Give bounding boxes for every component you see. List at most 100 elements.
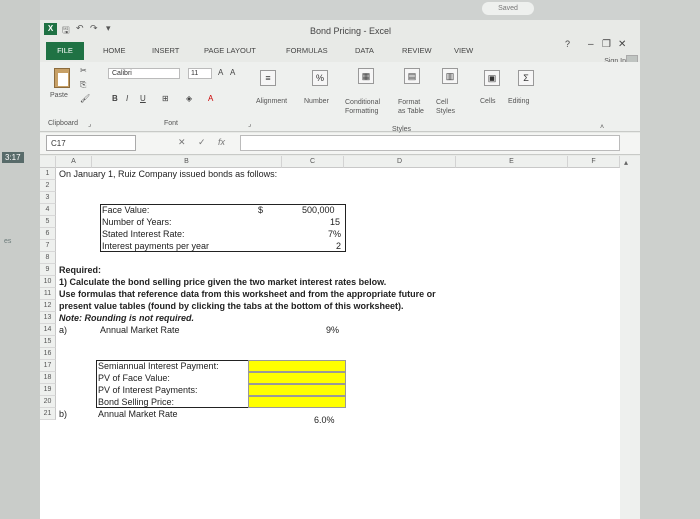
formula-bar: C17 ✕ ✓ fx: [40, 133, 640, 155]
row-header[interactable]: 21: [40, 408, 56, 420]
cancel-icon[interactable]: ✕: [178, 137, 186, 148]
tab-data[interactable]: DATA: [355, 46, 374, 55]
name-box[interactable]: C17: [46, 135, 136, 151]
row-header[interactable]: 18: [40, 372, 56, 384]
years-value[interactable]: 15: [330, 217, 340, 227]
instruction-2: Use formulas that reference data from th…: [59, 289, 436, 299]
redo-icon[interactable]: ↷: [90, 23, 98, 34]
row-header[interactable]: 17: [40, 360, 56, 372]
bold-button[interactable]: B: [112, 94, 118, 103]
cell-styles-icon[interactable]: ▥: [442, 68, 458, 84]
row-header[interactable]: 12: [40, 300, 56, 312]
font-launcher-icon[interactable]: ⌟: [248, 120, 251, 128]
tab-page-layout[interactable]: PAGE LAYOUT: [204, 46, 256, 55]
column-header-a[interactable]: A: [56, 156, 92, 168]
part-a-market-rate-value[interactable]: 9%: [326, 325, 339, 335]
row-header[interactable]: 1: [40, 168, 56, 180]
number-button[interactable]: Number: [304, 98, 329, 105]
row-header[interactable]: 11: [40, 288, 56, 300]
instruction-3: present value tables (found by clicking …: [59, 301, 404, 311]
column-header-c[interactable]: C: [282, 156, 344, 168]
conditional-formatting-icon[interactable]: ▦: [358, 68, 374, 84]
background-left-strip: 3:17 es: [0, 0, 40, 519]
vertical-scrollbar[interactable]: ▴: [620, 156, 640, 519]
paste-button[interactable]: Paste: [50, 92, 68, 99]
conditional-formatting-button[interactable]: Conditional Formatting: [345, 98, 397, 116]
shrink-font-icon[interactable]: A: [230, 68, 235, 77]
quick-access-customize-icon[interactable]: ▾: [106, 23, 111, 34]
pv-face-value-input[interactable]: [248, 372, 346, 384]
clipboard-group-label: Clipboard: [48, 120, 78, 127]
row-header[interactable]: 3: [40, 192, 56, 204]
payments-value[interactable]: 2: [336, 241, 341, 251]
collapse-ribbon-icon[interactable]: ˄: [600, 124, 604, 131]
tab-insert[interactable]: INSERT: [152, 46, 179, 55]
underline-button[interactable]: U: [140, 94, 146, 103]
borders-icon[interactable]: ⊞: [162, 94, 169, 103]
tab-home[interactable]: HOME: [103, 46, 126, 55]
copy-icon[interactable]: ⎘: [80, 80, 86, 90]
insert-function-icon[interactable]: fx: [218, 137, 225, 147]
row-header[interactable]: 2: [40, 180, 56, 192]
font-size-select[interactable]: 11: [188, 68, 212, 79]
bond-selling-price-label: Bond Selling Price:: [98, 397, 175, 407]
alignment-button[interactable]: Alignment: [256, 98, 287, 105]
formula-input[interactable]: [240, 135, 620, 151]
format-as-table-icon[interactable]: ▤: [404, 68, 420, 84]
pv-face-value-label: PV of Face Value:: [98, 373, 170, 383]
cells-icon[interactable]: ▣: [484, 70, 500, 86]
format-painter-icon[interactable]: 🖌: [80, 94, 90, 103]
format-as-table-button[interactable]: Format as Table: [398, 98, 428, 116]
number-format-icon[interactable]: %: [312, 70, 328, 86]
grow-font-icon[interactable]: A: [218, 68, 223, 77]
bond-selling-price-input[interactable]: [248, 396, 346, 408]
tab-view[interactable]: VIEW: [454, 46, 473, 55]
undo-icon[interactable]: ↶: [76, 23, 84, 34]
select-all-corner[interactable]: [40, 156, 56, 168]
worksheet-grid[interactable]: A B C D E F 1 2 3 4 5 6 7 8 9 10 11 12 1…: [40, 156, 620, 519]
row-header[interactable]: 19: [40, 384, 56, 396]
row-header[interactable]: 13: [40, 312, 56, 324]
row-header[interactable]: 8: [40, 252, 56, 264]
stated-rate-value[interactable]: 7%: [328, 229, 341, 239]
row-header[interactable]: 6: [40, 228, 56, 240]
editing-icon[interactable]: Σ: [518, 70, 534, 86]
cells-button[interactable]: Cells: [480, 98, 496, 105]
alignment-icon[interactable]: ≡: [260, 70, 276, 86]
row-header[interactable]: 15: [40, 336, 56, 348]
tab-file[interactable]: FILE: [46, 42, 84, 60]
row-header[interactable]: 5: [40, 216, 56, 228]
column-header-b[interactable]: B: [92, 156, 282, 168]
part-a-label: a): [59, 325, 68, 335]
excel-logo-icon: X: [44, 23, 57, 35]
font-name-select[interactable]: Calibri: [108, 68, 180, 79]
italic-button[interactable]: I: [126, 94, 128, 103]
column-header-f[interactable]: F: [568, 156, 620, 168]
row-header[interactable]: 9: [40, 264, 56, 276]
row-header[interactable]: 20: [40, 396, 56, 408]
face-value-value[interactable]: 500,000: [302, 205, 335, 215]
row-header[interactable]: 16: [40, 348, 56, 360]
pv-interest-input[interactable]: [248, 384, 346, 396]
tab-formulas[interactable]: FORMULAS: [286, 46, 328, 55]
save-icon[interactable]: 🖫: [62, 23, 70, 39]
column-header-e[interactable]: E: [456, 156, 568, 168]
clipboard-launcher-icon[interactable]: ⌟: [88, 120, 91, 128]
row-header[interactable]: 14: [40, 324, 56, 336]
cell-styles-button[interactable]: Cell Styles: [436, 98, 466, 116]
row-header[interactable]: 4: [40, 204, 56, 216]
part-b-market-rate-value[interactable]: 6.0%: [314, 415, 335, 425]
paste-icon[interactable]: [54, 68, 70, 88]
row-header[interactable]: 7: [40, 240, 56, 252]
time-tag: 3:17: [2, 152, 24, 163]
tab-review[interactable]: REVIEW: [402, 46, 432, 55]
fill-color-icon[interactable]: ◈: [186, 94, 192, 103]
column-header-d[interactable]: D: [344, 156, 456, 168]
cut-icon[interactable]: ✂: [80, 66, 87, 75]
scroll-up-icon[interactable]: ▴: [624, 158, 628, 167]
font-color-icon[interactable]: A: [208, 94, 213, 103]
editing-button[interactable]: Editing: [508, 98, 529, 105]
enter-icon[interactable]: ✓: [198, 137, 206, 148]
semiannual-payment-input[interactable]: [248, 360, 346, 372]
row-header[interactable]: 10: [40, 276, 56, 288]
